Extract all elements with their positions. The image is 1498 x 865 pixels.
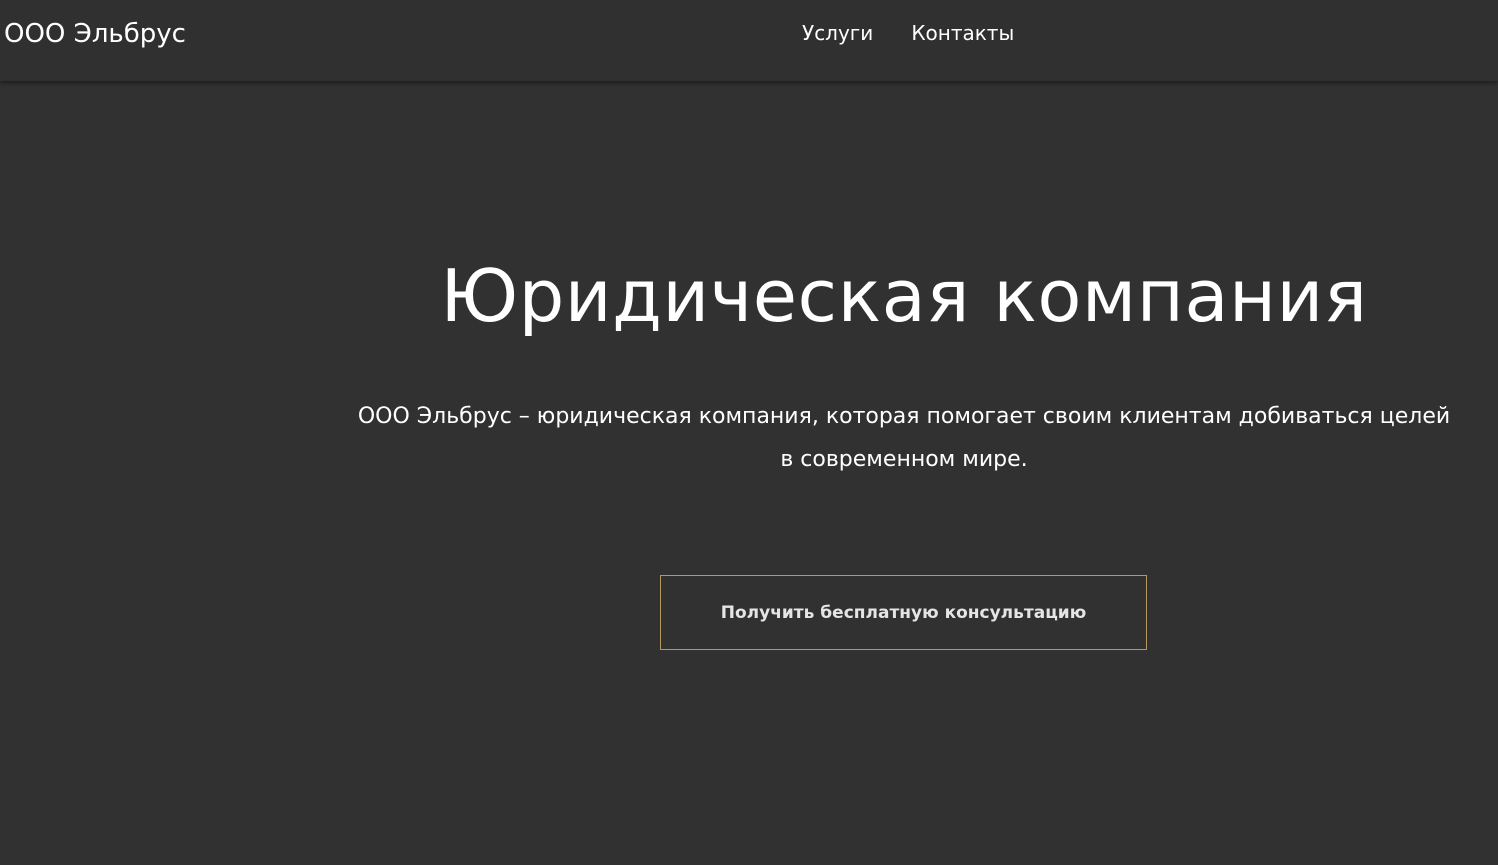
hero-title: Юридическая компания xyxy=(440,254,1368,338)
nav-link-contacts[interactable]: Контакты xyxy=(911,19,1014,47)
site-logo[interactable]: ООО Эльбрус xyxy=(4,14,186,54)
site-header: ООО Эльбрус Услуги Контакты xyxy=(0,0,1498,81)
main-navigation: Услуги Контакты xyxy=(802,19,1014,47)
hero-description: ООО Эльбрус – юридическая компания, кото… xyxy=(357,404,1451,472)
nav-link-services[interactable]: Услуги xyxy=(802,19,873,47)
hero-section: Юридическая компания ООО Эльбрус – юриди… xyxy=(0,81,1498,865)
free-consultation-button[interactable]: Получить бесплатную консультацию xyxy=(660,575,1147,650)
